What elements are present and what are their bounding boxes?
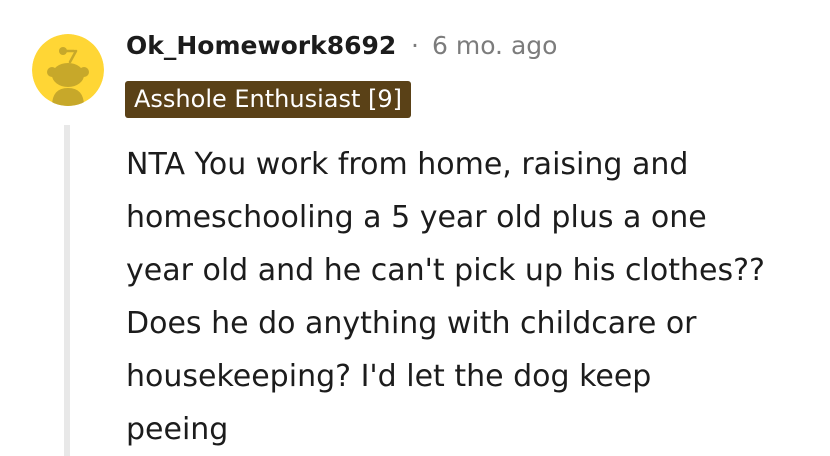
- snoo-avatar-icon: [32, 34, 104, 106]
- avatar[interactable]: [32, 34, 104, 106]
- comment: Ok_Homework8692 · 6 mo. ago Asshole Enth…: [0, 0, 830, 456]
- meta-separator: ·: [411, 31, 419, 60]
- user-flair-badge: Asshole Enthusiast [9]: [125, 81, 412, 118]
- thread-collapse-line[interactable]: [64, 125, 70, 456]
- comment-body-text: NTA You work from home, raising and home…: [126, 147, 765, 447]
- comment-timestamp[interactable]: 6 mo. ago: [432, 29, 557, 63]
- username-link[interactable]: Ok_Homework8692: [126, 29, 396, 63]
- comment-body: NTA You work from home, raising and home…: [126, 138, 816, 456]
